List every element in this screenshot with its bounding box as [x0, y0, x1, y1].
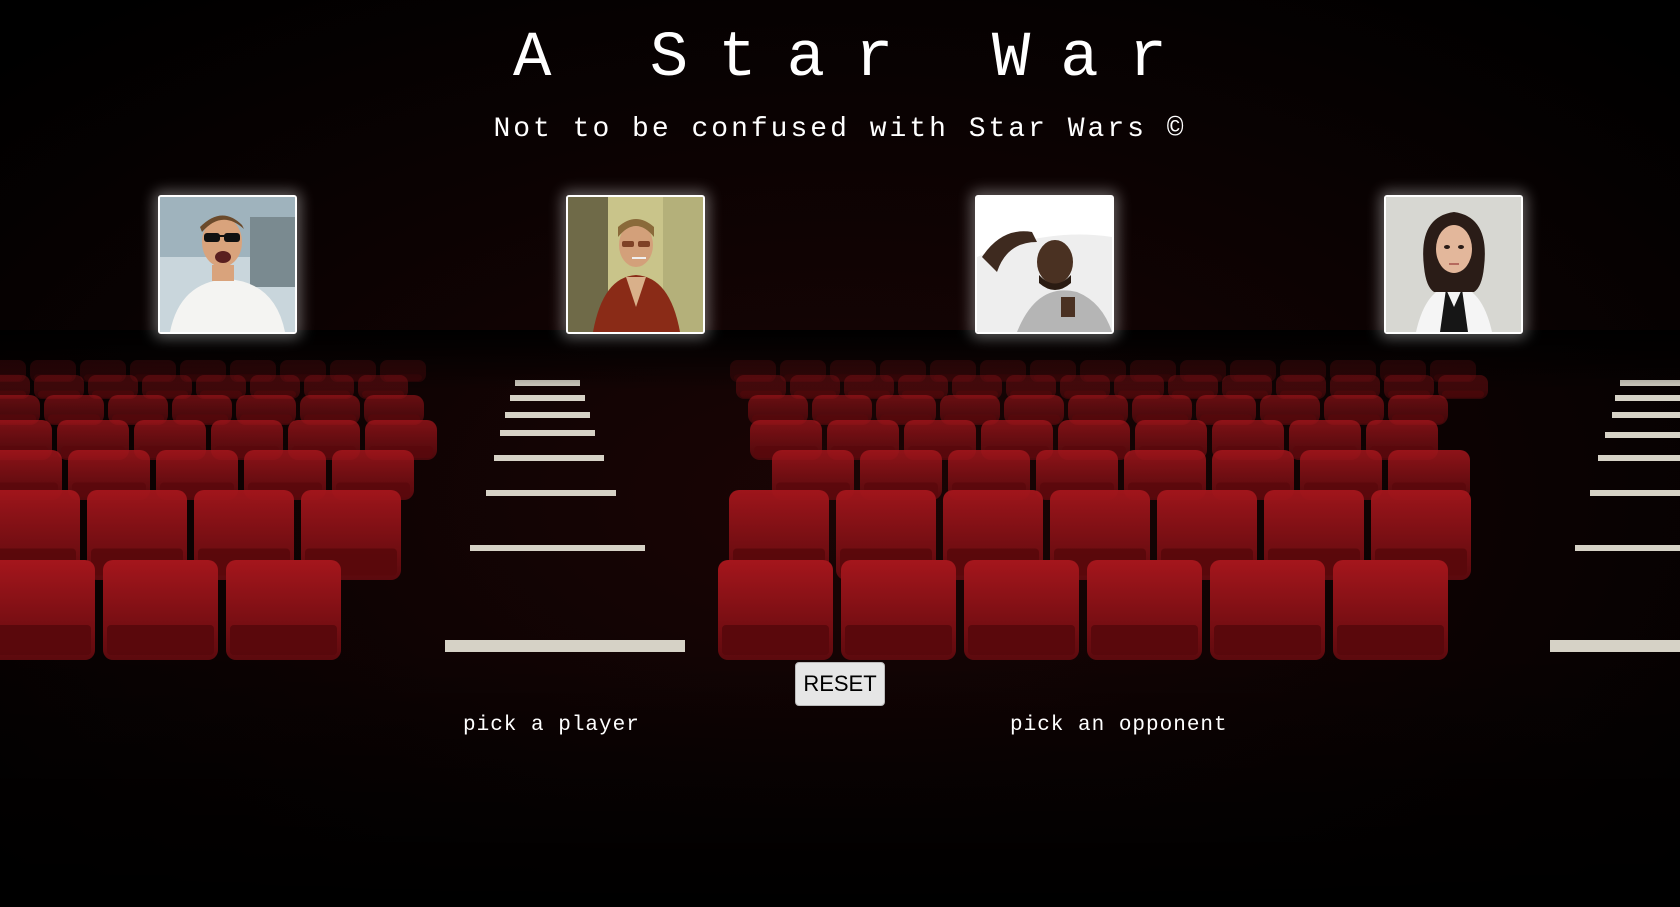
man-red-jacket-portrait-icon [568, 197, 703, 332]
game-title: A Star War [512, 23, 1198, 95]
stair-step [1615, 395, 1680, 401]
stair-step [1598, 455, 1680, 461]
character-card-3[interactable] [975, 195, 1114, 334]
man-sunglasses-portrait-icon [160, 197, 295, 332]
stair-step [470, 545, 645, 551]
character-card-4[interactable] [1384, 195, 1523, 334]
stair-step [510, 395, 585, 401]
character-card-1[interactable] [158, 195, 297, 334]
stair-step [500, 430, 595, 436]
reset-button[interactable]: RESET [795, 662, 885, 706]
stair-step [494, 455, 604, 461]
woman-white-blouse-portrait-icon [1386, 197, 1521, 332]
stair-step [1575, 545, 1680, 551]
stair-step [1612, 412, 1680, 418]
stair-step [486, 490, 616, 496]
game-subtitle: Not to be confused with Star Wars © [493, 114, 1187, 145]
character-card-2[interactable] [566, 195, 705, 334]
stair-step [1590, 490, 1680, 496]
stair-step [1605, 432, 1680, 438]
player-prompt: pick a player [463, 714, 640, 737]
seat-cushion [1442, 390, 1484, 398]
man-lying-bed-portrait-icon [977, 197, 1112, 332]
opponent-prompt: pick an opponent [1010, 714, 1228, 737]
stair-step [505, 412, 590, 418]
game-stage: A Star War Not to be confused with Star … [0, 0, 1680, 907]
